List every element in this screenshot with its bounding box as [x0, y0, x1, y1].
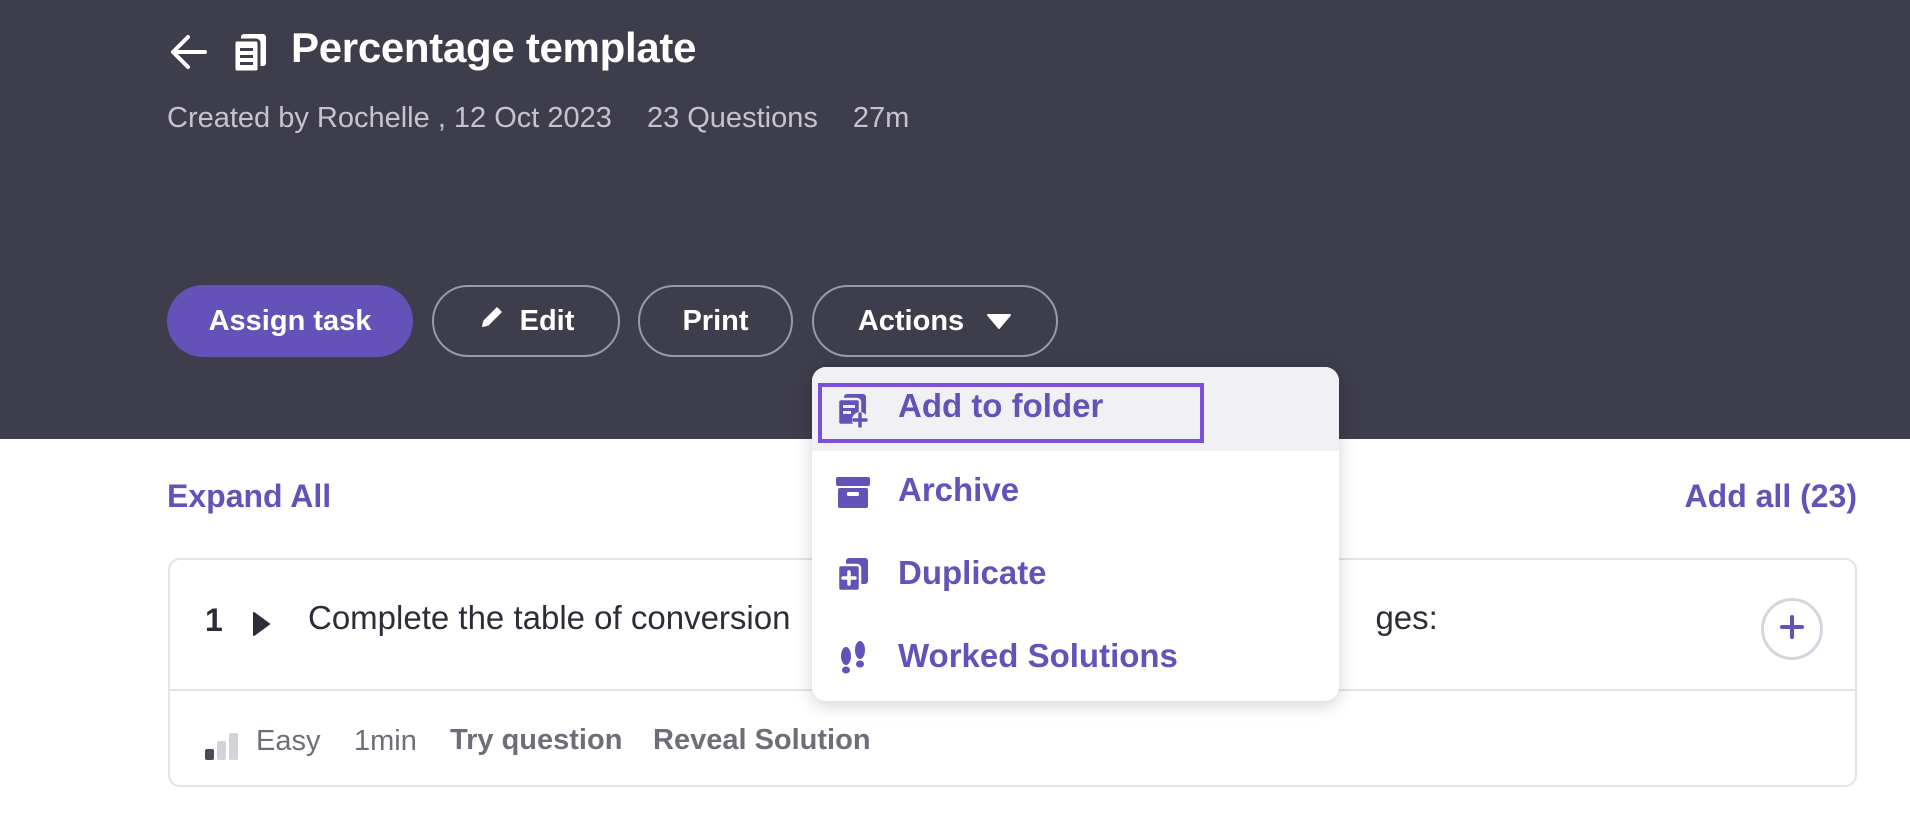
edit-button[interactable]: Edit — [432, 285, 620, 357]
actions-menu: Add to folder Archive Duplicate Worked S… — [812, 367, 1339, 701]
question-text-start: Complete the table of conversion — [308, 599, 791, 636]
print-label: Print — [682, 304, 749, 337]
caret-down-icon — [986, 305, 1012, 338]
archive-icon — [834, 473, 872, 511]
plus-icon — [1779, 614, 1805, 645]
reveal-solution-link[interactable]: Reveal Solution — [653, 724, 871, 757]
created-info: Created by Rochelle , 12 Oct 2023 — [167, 102, 612, 134]
question-text-end: ges: — [1375, 599, 1438, 636]
menu-item-worked-solutions[interactable]: Worked Solutions — [812, 617, 1339, 700]
question-number: 1 — [205, 602, 223, 638]
question-footer: Easy 1min Try question Reveal Solution — [170, 691, 1855, 787]
question-count: 23 Questions — [646, 102, 818, 134]
actions-dropdown-button[interactable]: Actions — [812, 285, 1058, 357]
document-stack-icon — [230, 32, 270, 74]
add-question-button[interactable] — [1761, 598, 1823, 660]
page-title: Percentage template — [291, 24, 697, 71]
try-question-link[interactable]: Try question — [450, 724, 622, 757]
print-button[interactable]: Print — [638, 285, 793, 357]
back-arrow-icon[interactable] — [166, 30, 210, 74]
total-duration: 27m — [852, 102, 910, 134]
template-meta: Created by Rochelle , 12 Oct 2023 23 Que… — [167, 102, 909, 135]
difficulty-label: Easy — [256, 725, 321, 757]
menu-item-archive[interactable]: Archive — [812, 451, 1339, 534]
actions-label: Actions — [857, 304, 965, 337]
add-all-link[interactable]: Add all (23) — [1685, 478, 1857, 515]
question-duration: 1min — [354, 725, 417, 757]
duplicate-icon — [834, 556, 872, 594]
difficulty-bars-icon — [205, 732, 241, 760]
assign-task-label: Assign task — [208, 304, 372, 337]
edit-label: Edit — [519, 304, 575, 337]
pencil-icon — [478, 303, 506, 339]
footprints-icon — [834, 639, 872, 677]
expand-question-icon[interactable] — [246, 607, 276, 641]
expand-all-link[interactable]: Expand All — [167, 478, 331, 515]
menu-item-duplicate[interactable]: Duplicate — [812, 534, 1339, 617]
menu-item-label: Worked Solutions — [898, 637, 1178, 674]
assign-task-button[interactable]: Assign task — [167, 285, 413, 357]
menu-item-label: Add to folder — [898, 387, 1104, 424]
menu-item-label: Archive — [898, 471, 1020, 508]
menu-item-add-to-folder[interactable]: Add to folder — [812, 367, 1339, 451]
menu-item-label: Duplicate — [898, 554, 1047, 591]
add-to-folder-icon — [834, 392, 872, 430]
